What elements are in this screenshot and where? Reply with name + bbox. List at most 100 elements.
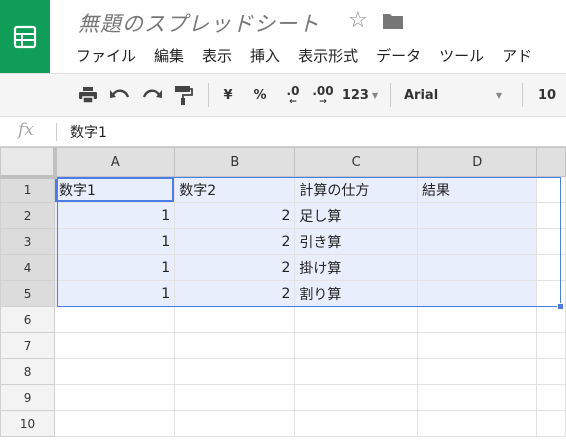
row-header[interactable]: 2 — [0, 202, 56, 229]
fill-handle[interactable] — [557, 303, 564, 310]
cell[interactable] — [536, 306, 566, 333]
menu-format[interactable]: 表示形式 — [298, 44, 358, 68]
cell[interactable]: 1 — [54, 280, 176, 307]
decrease-decimal-label: .0 — [286, 83, 300, 98]
cell[interactable] — [536, 202, 566, 229]
cell[interactable] — [536, 332, 566, 359]
document-title[interactable]: 無題のスプレッドシート — [78, 8, 320, 38]
cell[interactable] — [294, 384, 418, 411]
cell[interactable] — [174, 332, 296, 359]
menu-edit[interactable]: 編集 — [154, 44, 184, 68]
cell[interactable] — [416, 384, 538, 411]
cell[interactable]: 数字2 — [174, 176, 296, 203]
sheets-logo-icon[interactable] — [0, 0, 50, 73]
cell[interactable]: 2 — [174, 280, 296, 307]
font-family-select[interactable]: Arial ▼ — [398, 74, 508, 116]
cell[interactable] — [416, 280, 538, 307]
increase-decimal-button[interactable]: .00 → — [308, 74, 338, 116]
row-header[interactable]: 1 — [0, 176, 56, 203]
cell[interactable] — [294, 358, 418, 385]
cell[interactable] — [54, 306, 176, 333]
table-row: 2 1 2 足し算 — [0, 202, 566, 229]
table-row: 6 — [0, 306, 566, 333]
cell[interactable] — [174, 384, 296, 411]
cell[interactable] — [536, 384, 566, 411]
cell[interactable] — [54, 384, 176, 411]
cell[interactable] — [536, 176, 566, 203]
cell[interactable] — [416, 410, 538, 437]
row-header[interactable]: 6 — [0, 306, 56, 333]
toolbar: ¥ % .0 ← .00 → 123 ▼ Arial ▼ 10 — [0, 73, 566, 117]
arrow-left-icon: ← — [289, 96, 297, 107]
cell[interactable] — [54, 410, 176, 437]
star-icon[interactable]: ☆ — [348, 8, 368, 33]
percent-format-button[interactable]: % — [248, 74, 272, 116]
cell[interactable] — [536, 254, 566, 281]
row-header[interactable]: 7 — [0, 332, 56, 359]
row-header[interactable]: 4 — [0, 254, 56, 281]
cell[interactable] — [294, 306, 418, 333]
decrease-decimal-button[interactable]: .0 ← — [280, 74, 306, 116]
cell[interactable] — [54, 358, 176, 385]
menu-data[interactable]: データ — [376, 44, 421, 68]
row-header[interactable]: 9 — [0, 384, 56, 411]
currency-format-button[interactable]: ¥ — [216, 74, 240, 116]
print-icon[interactable] — [74, 74, 102, 116]
cell[interactable]: 2 — [174, 228, 296, 255]
cell[interactable]: 掛け算 — [294, 254, 418, 281]
cell[interactable] — [54, 332, 176, 359]
column-header-d[interactable]: D — [416, 147, 538, 177]
cell[interactable]: 結果 — [416, 176, 538, 203]
font-size-select[interactable]: 10 — [532, 74, 562, 116]
row-header[interactable]: 3 — [0, 228, 56, 255]
select-all-corner[interactable] — [0, 147, 57, 179]
column-header-a[interactable]: A — [54, 147, 176, 177]
cell[interactable]: 1 — [54, 202, 176, 229]
cell[interactable] — [416, 332, 538, 359]
column-header-e[interactable] — [536, 147, 566, 177]
cell[interactable]: 1 — [54, 228, 176, 255]
cell[interactable]: 計算の仕方 — [294, 176, 418, 203]
cell[interactable]: 1 — [54, 254, 176, 281]
cell[interactable] — [294, 332, 418, 359]
more-formats-button[interactable]: 123 ▼ — [340, 74, 380, 116]
cell[interactable] — [294, 410, 418, 437]
cell[interactable] — [416, 228, 538, 255]
cell[interactable] — [416, 202, 538, 229]
menu-tools[interactable]: ツール — [439, 44, 484, 68]
menu-insert[interactable]: 挿入 — [250, 44, 280, 68]
fx-icon: fx — [18, 120, 34, 140]
cell[interactable] — [416, 306, 538, 333]
cell[interactable] — [174, 410, 296, 437]
undo-icon[interactable] — [106, 74, 134, 116]
formula-input[interactable]: 数字1 — [70, 122, 107, 142]
menu-view[interactable]: 表示 — [202, 44, 232, 68]
cell[interactable]: 足し算 — [294, 202, 418, 229]
row-header[interactable]: 5 — [0, 280, 56, 307]
row-header[interactable]: 10 — [0, 410, 56, 437]
menu-file[interactable]: ファイル — [76, 44, 136, 68]
cell[interactable]: 数字1 — [54, 176, 176, 203]
cell[interactable] — [536, 410, 566, 437]
folder-icon[interactable] — [382, 12, 404, 34]
cell[interactable]: 2 — [174, 202, 296, 229]
column-header-c[interactable]: C — [294, 147, 418, 177]
table-row: 10 — [0, 410, 566, 437]
cell[interactable]: 引き算 — [294, 228, 418, 255]
cell[interactable]: 2 — [174, 254, 296, 281]
redo-icon[interactable] — [138, 74, 166, 116]
cell[interactable] — [174, 358, 296, 385]
cell[interactable] — [536, 228, 566, 255]
formula-separator — [56, 123, 57, 141]
menu-addons[interactable]: アド — [502, 44, 532, 68]
row-header[interactable]: 8 — [0, 358, 56, 385]
cell[interactable] — [536, 358, 566, 385]
cell[interactable] — [416, 254, 538, 281]
menu-bar: ファイル 編集 表示 挿入 表示形式 データ ツール アド — [76, 44, 550, 68]
cell[interactable] — [416, 358, 538, 385]
paint-format-icon[interactable] — [170, 74, 198, 116]
cell[interactable]: 割り算 — [294, 280, 418, 307]
column-header-b[interactable]: B — [174, 147, 296, 177]
cell[interactable] — [174, 306, 296, 333]
spreadsheet-grid: A B C D 1 数字1 数字2 計算の仕方 結果 2 1 2 足し算 3 1 2 引き算 4 1 2 掛け算… — [0, 147, 566, 443]
